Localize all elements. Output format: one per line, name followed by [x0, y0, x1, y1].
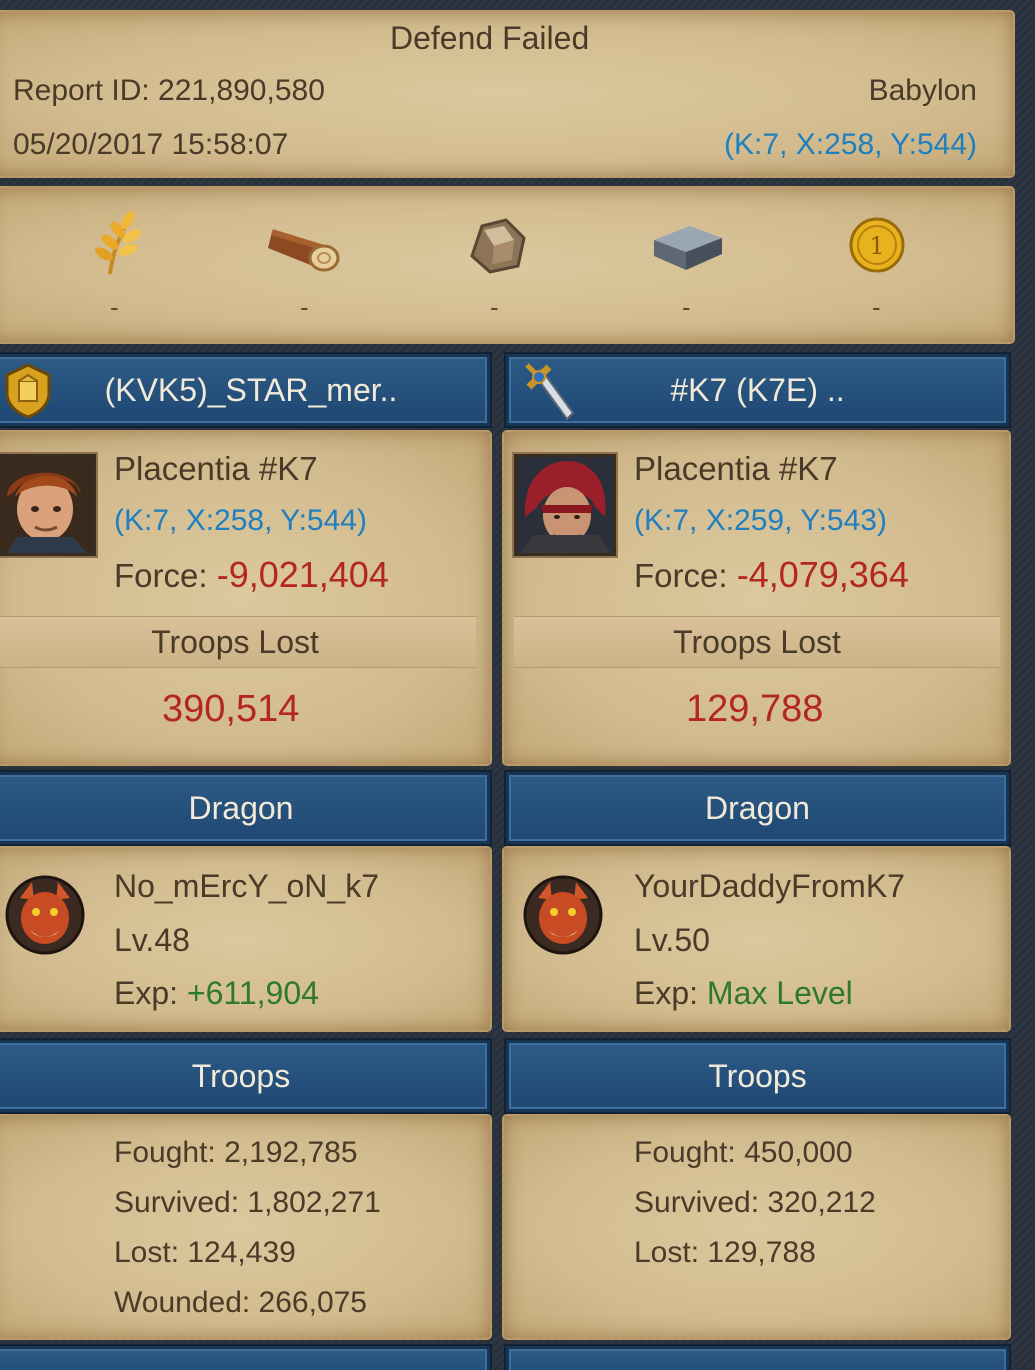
- wood-amount: -: [300, 292, 309, 322]
- stone-amount: -: [490, 292, 499, 322]
- right-dragon-header: Dragon: [506, 772, 1009, 844]
- right-dragon-name: YourDaddyFromK7: [634, 868, 905, 904]
- right-exp-value: Max Level: [706, 975, 853, 1011]
- dragon-icon: [522, 874, 604, 956]
- left-lost: Lost: 124,439: [114, 1236, 296, 1269]
- left-troops-lost-value: 390,514: [162, 688, 300, 730]
- left-dragon-panel: No_mErcY_oN_k7 Lv.48 Exp: +611,904: [0, 848, 490, 1030]
- right-lost: Lost: 129,788: [634, 1236, 816, 1269]
- iron-ingot-icon: [650, 222, 726, 272]
- left-next-section-banner: [0, 1346, 490, 1370]
- left-force-label: Force:: [114, 557, 208, 594]
- right-force-label: Force:: [634, 557, 728, 594]
- right-troops-panel: Fought: 450,000 Survived: 320,212 Lost: …: [504, 1116, 1009, 1338]
- gold-amount: -: [872, 292, 881, 322]
- stone-icon: [464, 216, 528, 276]
- right-player-name: Placentia #K7: [634, 450, 838, 487]
- left-troops-header: Troops: [0, 1040, 490, 1112]
- left-troops-lost-header: Troops Lost: [0, 616, 476, 668]
- right-alliance-name: #K7 (K7E) ..: [670, 371, 845, 408]
- dragon-icon: [4, 874, 86, 956]
- resources-panel: 1 - - - - -: [0, 188, 1013, 342]
- report-frame: Defend Failed Report ID: 221,890,580 05/…: [0, 0, 1035, 1370]
- left-force-row: Force: -9,021,404: [114, 554, 389, 596]
- left-player-avatar[interactable]: [0, 454, 96, 556]
- report-header: Defend Failed Report ID: 221,890,580 05/…: [0, 12, 1013, 176]
- gold-coin-icon: 1: [848, 216, 906, 274]
- right-player-avatar[interactable]: [514, 454, 616, 556]
- left-wounded: Wounded: 266,075: [114, 1286, 367, 1319]
- wheat-icon: [82, 208, 146, 276]
- left-fought: Fought: 2,192,785: [114, 1136, 358, 1169]
- right-player-panel: Placentia #K7 (K:7, X:259, Y:543) Force:…: [504, 432, 1009, 764]
- left-dragon-exp: Exp: +611,904: [114, 975, 319, 1011]
- left-player-coords-link[interactable]: (K:7, X:258, Y:544): [114, 504, 367, 538]
- right-dragon-exp: Exp: Max Level: [634, 975, 853, 1011]
- right-alliance-banner: #K7 (K7E) ..: [506, 354, 1009, 426]
- shield-icon: [3, 363, 53, 419]
- sword-icon: [523, 361, 585, 423]
- left-player-name: Placentia #K7: [114, 450, 318, 487]
- left-exp-value: +611,904: [186, 975, 319, 1011]
- iron-amount: -: [682, 292, 691, 322]
- left-alliance-banner: (KVK5)_STAR_mer..: [0, 354, 490, 426]
- wheat-amount: -: [110, 292, 119, 322]
- left-force-value: -9,021,404: [216, 554, 389, 595]
- right-troops-lost-value: 129,788: [686, 688, 824, 730]
- right-fought: Fought: 450,000: [634, 1136, 853, 1169]
- left-dragon-level: Lv.48: [114, 922, 190, 958]
- right-player-coords-link[interactable]: (K:7, X:259, Y:543): [634, 504, 887, 538]
- right-survived: Survived: 320,212: [634, 1186, 876, 1219]
- right-next-section-banner: [506, 1346, 1009, 1370]
- report-title: Defend Failed: [390, 20, 590, 56]
- right-troops-header: Troops: [506, 1040, 1009, 1112]
- report-id: Report ID: 221,890,580: [13, 74, 325, 107]
- wood-log-icon: [266, 218, 346, 272]
- report-datetime: 05/20/2017 15:58:07: [13, 128, 289, 161]
- right-troops-lost-header: Troops Lost: [514, 616, 1000, 668]
- right-dragon-level: Lv.50: [634, 922, 710, 958]
- right-dragon-panel: YourDaddyFromK7 Lv.50 Exp: Max Level: [504, 848, 1009, 1030]
- location-coords-link[interactable]: (K:7, X:258, Y:544): [724, 128, 977, 162]
- left-survived: Survived: 1,802,271: [114, 1186, 381, 1219]
- left-troops-panel: Fought: 2,192,785 Survived: 1,802,271 Lo…: [0, 1116, 490, 1338]
- left-dragon-name: No_mErcY_oN_k7: [114, 868, 379, 904]
- right-force-row: Force: -4,079,364: [634, 554, 909, 596]
- location-name: Babylon: [868, 74, 977, 107]
- right-force-value: -4,079,364: [736, 554, 909, 595]
- left-alliance-name: (KVK5)_STAR_mer..: [104, 371, 398, 408]
- svg-text:1: 1: [869, 232, 884, 260]
- left-dragon-header: Dragon: [0, 772, 490, 844]
- left-player-panel: Placentia #K7 (K:7, X:258, Y:544) Force:…: [0, 432, 490, 764]
